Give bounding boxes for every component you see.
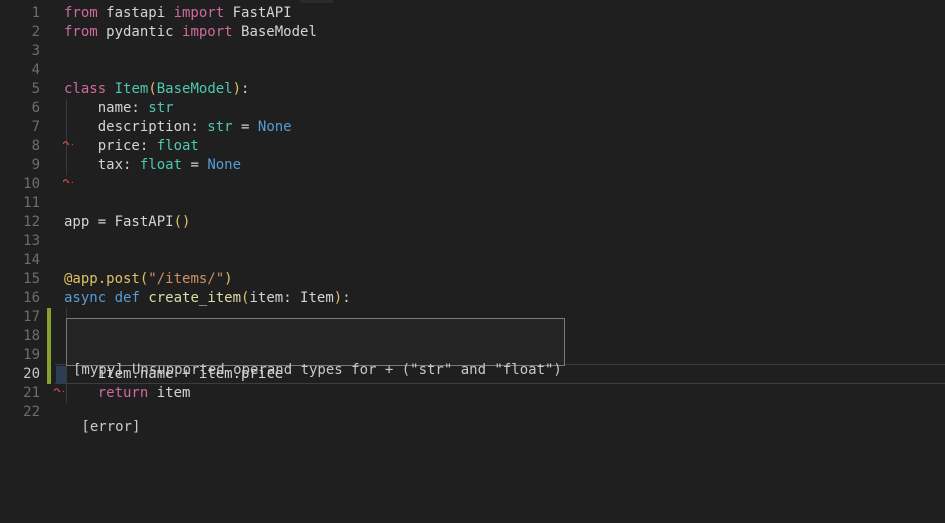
code-row: 10 — [0, 175, 945, 194]
code-line[interactable]: class Item(BaseModel): — [64, 80, 249, 99]
diagnostic-tooltip: [mypy] Unsupported operand types for + (… — [66, 318, 565, 366]
line-number[interactable]: 2 — [0, 23, 40, 42]
code-row: 8 price: float — [0, 137, 945, 156]
line-number[interactable]: 1 — [0, 4, 40, 23]
code-line[interactable]: description: str = None — [64, 118, 292, 137]
line-number[interactable]: 9 — [0, 156, 40, 175]
diagnostic-message: [mypy] Unsupported operand types for + (… — [73, 361, 558, 380]
git-added-indicator — [47, 308, 51, 384]
line-number[interactable]: 13 — [0, 232, 40, 251]
line-number[interactable]: 16 — [0, 289, 40, 308]
code-line[interactable]: name: str — [64, 99, 174, 118]
lint-error-mark — [54, 379, 64, 385]
code-row: 7 description: str = None — [0, 118, 945, 137]
code-row: 12 app = FastAPI() — [0, 213, 945, 232]
code-line[interactable]: async def create_item(item: Item): — [64, 289, 351, 308]
line-number[interactable]: 14 — [0, 251, 40, 270]
line-number[interactable]: 15 — [0, 270, 40, 289]
code-line[interactable]: app = FastAPI() — [64, 213, 190, 232]
line-number[interactable]: 10 — [0, 175, 40, 194]
code-row: 5 class Item(BaseModel): — [0, 80, 945, 99]
code-row: 3 — [0, 42, 945, 61]
top-edge-fragment — [300, 0, 333, 3]
diagnostic-severity: [error] — [73, 418, 558, 437]
code-line[interactable]: price: float — [64, 137, 199, 156]
code-line[interactable]: from pydantic import BaseModel — [64, 23, 317, 42]
code-row: 15 @app.post("/items/") — [0, 270, 945, 289]
line-number[interactable]: 7 — [0, 118, 40, 137]
code-row: 11 — [0, 194, 945, 213]
lint-error-mark — [63, 132, 73, 138]
line-number[interactable]: 18 — [0, 327, 40, 346]
line-number[interactable]: 8 — [0, 137, 40, 156]
squiggle-icon — [63, 177, 73, 183]
code-row: 14 — [0, 251, 945, 270]
line-number[interactable]: 17 — [0, 308, 40, 327]
code-row: 2 from pydantic import BaseModel — [0, 23, 945, 42]
code-line[interactable]: from fastapi import FastAPI — [64, 4, 292, 23]
line-number[interactable]: 6 — [0, 99, 40, 118]
line-number[interactable]: 12 — [0, 213, 40, 232]
code-editor[interactable]: 1 from fastapi import FastAPI 2 from pydant… — [0, 0, 945, 523]
squiggle-icon — [54, 386, 64, 392]
code-row: 4 — [0, 61, 945, 80]
code-line[interactable]: tax: float = None — [64, 156, 241, 175]
code-row: 16 async def create_item(item: Item): — [0, 289, 945, 308]
code-line[interactable]: @app.post("/items/") — [64, 270, 233, 289]
line-number[interactable]: 5 — [0, 80, 40, 99]
line-number[interactable]: 20 — [0, 365, 40, 384]
code-row: 9 tax: float = None — [0, 156, 945, 175]
line-number[interactable]: 11 — [0, 194, 40, 213]
code-row: 6 name: str — [0, 99, 945, 118]
line-number[interactable]: 21 — [0, 384, 40, 403]
code-row: 13 — [0, 232, 945, 251]
line-number[interactable]: 3 — [0, 42, 40, 61]
line-number[interactable]: 22 — [0, 403, 40, 422]
line-number[interactable]: 4 — [0, 61, 40, 80]
line-number[interactable]: 19 — [0, 346, 40, 365]
code-row: 1 from fastapi import FastAPI — [0, 4, 945, 23]
lint-error-mark — [63, 170, 73, 176]
squiggle-icon — [63, 139, 73, 145]
